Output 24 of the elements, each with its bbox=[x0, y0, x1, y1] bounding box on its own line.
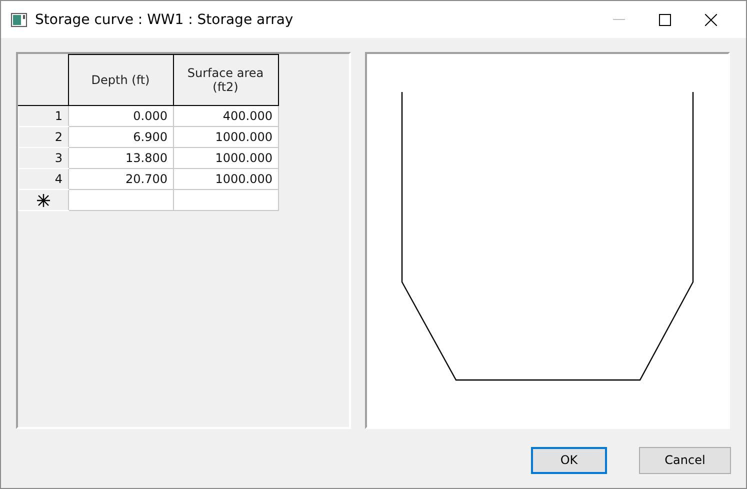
app-icon bbox=[11, 12, 27, 26]
window-title: Storage curve : WW1 : Storage array bbox=[35, 12, 294, 28]
row-header[interactable]: 1 bbox=[18, 106, 68, 126]
table-cell[interactable]: 1000.000 bbox=[173, 168, 278, 190]
new-row-icon bbox=[36, 194, 50, 206]
table-cell[interactable]: 20.700 bbox=[68, 168, 173, 190]
row-header[interactable]: 2 bbox=[18, 126, 68, 148]
corner-header bbox=[18, 54, 68, 106]
table-cell[interactable]: 1000.000 bbox=[173, 126, 278, 148]
row-header[interactable]: 3 bbox=[18, 148, 68, 168]
cancel-button[interactable]: Cancel bbox=[639, 446, 731, 474]
table-cell[interactable]: 0.000 bbox=[68, 106, 173, 126]
column-header[interactable]: Surface area (ft2) bbox=[173, 54, 278, 106]
table-cell[interactable]: 6.900 bbox=[68, 126, 173, 148]
table-cell[interactable] bbox=[68, 190, 173, 210]
table-cell[interactable]: 1000.000 bbox=[173, 148, 278, 168]
table-cell[interactable]: 13.800 bbox=[68, 148, 173, 168]
column-header[interactable]: Depth (ft) bbox=[68, 54, 173, 106]
table-cell[interactable] bbox=[173, 190, 278, 210]
close-icon[interactable] bbox=[705, 14, 717, 26]
table-cell[interactable]: 400.000 bbox=[173, 106, 278, 126]
maximize-icon[interactable] bbox=[659, 14, 671, 26]
row-header[interactable]: 4 bbox=[18, 168, 68, 190]
ok-button[interactable]: OK bbox=[531, 446, 607, 474]
